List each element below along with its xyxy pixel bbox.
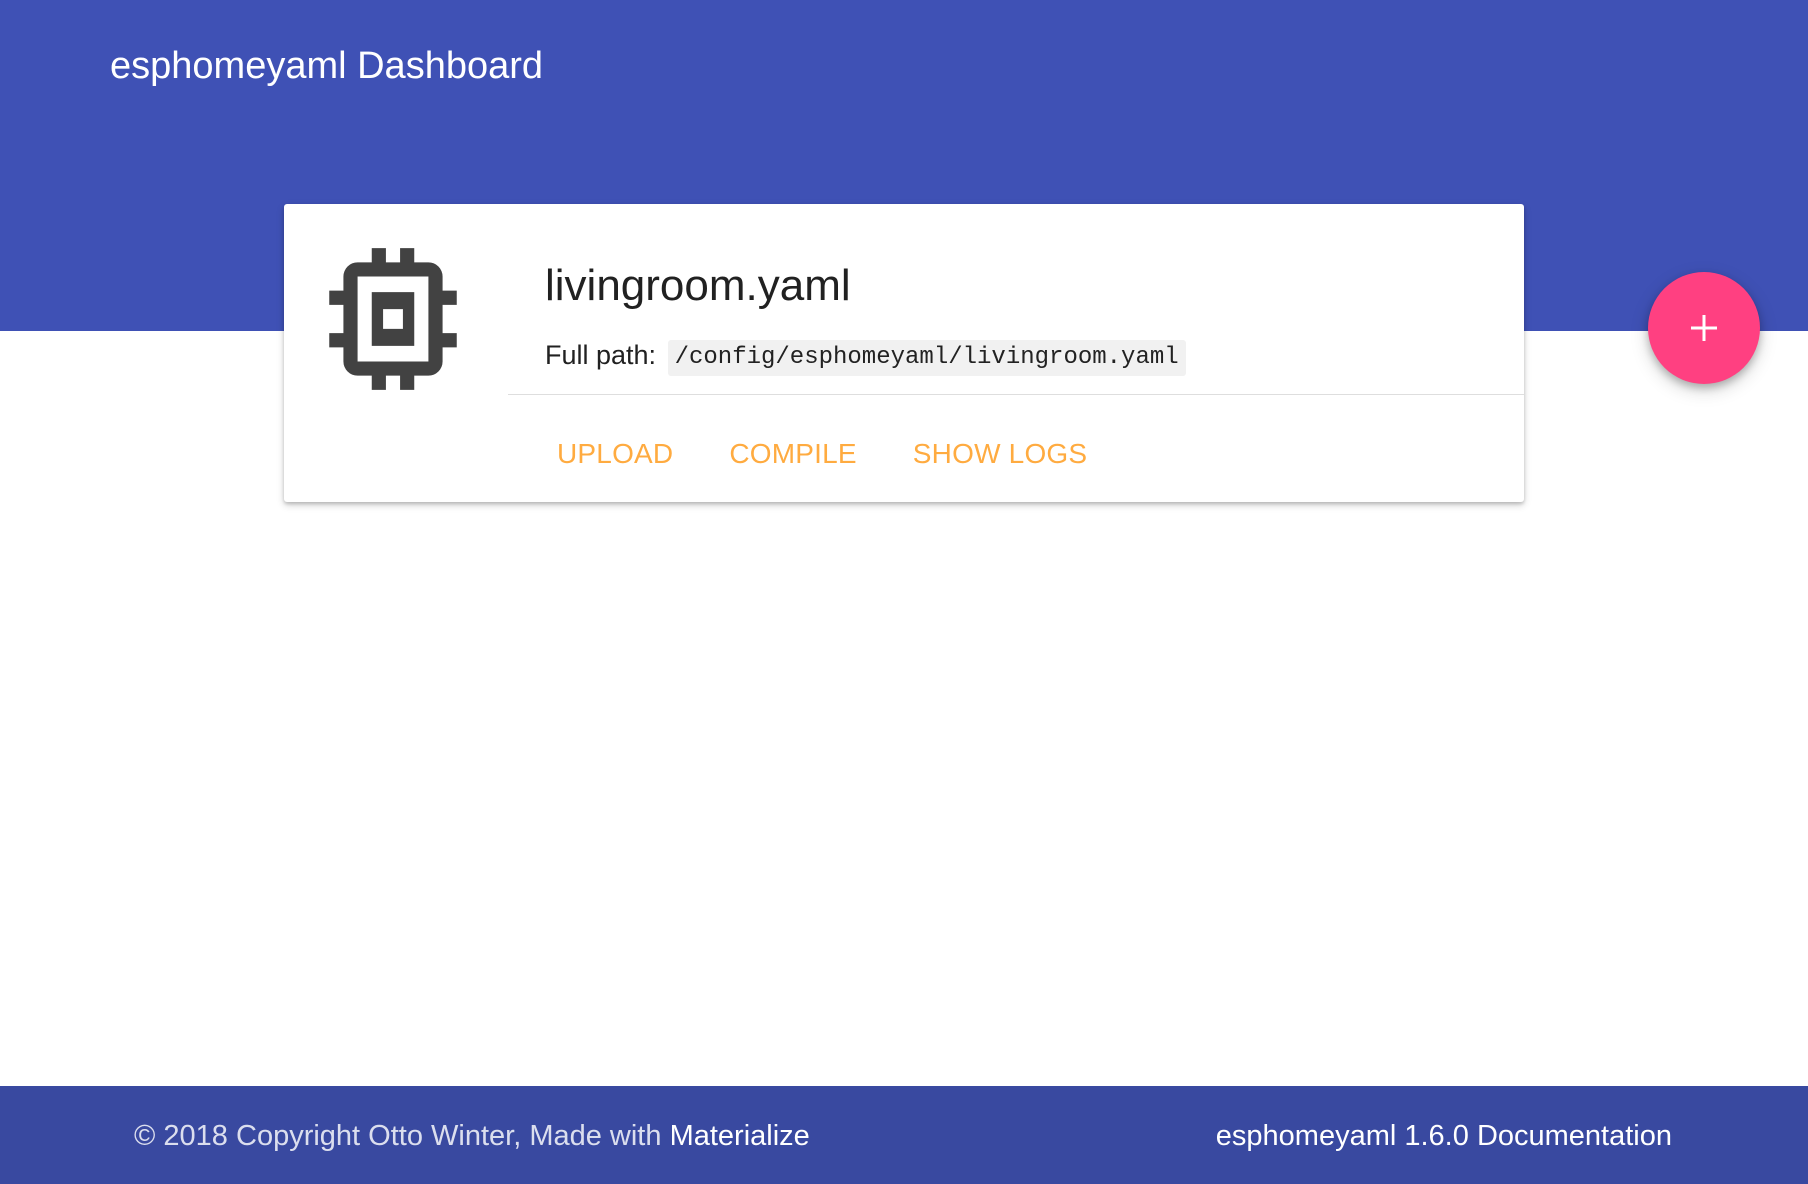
plus-icon <box>1691 315 1717 341</box>
full-path-label: Full path: <box>545 340 657 370</box>
full-path-value: /config/esphomeyaml/livingroom.yaml <box>667 340 1186 376</box>
compile-button[interactable]: COMPILE <box>729 432 856 476</box>
config-card: livingroom.yaml Full path: /config/espho… <box>284 204 1524 502</box>
upload-button[interactable]: UPLOAD <box>557 432 673 476</box>
chip-icon <box>308 234 478 404</box>
add-node-button[interactable] <box>1648 272 1760 384</box>
card-actions: UPLOAD COMPILE SHOW LOGS <box>557 432 1087 476</box>
footer-copyright: © 2018 Copyright Otto Winter, Made with … <box>134 1116 810 1156</box>
footer: © 2018 Copyright Otto Winter, Made with … <box>0 1086 1808 1184</box>
documentation-link[interactable]: Documentation <box>1477 1120 1672 1152</box>
dashboard-title[interactable]: esphomeyaml Dashboard <box>110 44 543 88</box>
materialize-link[interactable]: Materialize <box>670 1120 810 1152</box>
card-title: livingroom.yaml <box>545 261 851 310</box>
full-path-row: Full path: /config/esphomeyaml/livingroo… <box>545 336 1186 376</box>
version-text: esphomeyaml 1.6.0 <box>1215 1120 1469 1152</box>
copyright-text: © 2018 Copyright Otto Winter, Made with <box>134 1120 670 1152</box>
footer-version: esphomeyaml 1.6.0 Documentation <box>1216 1116 1672 1156</box>
show-logs-button[interactable]: SHOW LOGS <box>913 432 1088 476</box>
card-divider <box>508 394 1524 395</box>
